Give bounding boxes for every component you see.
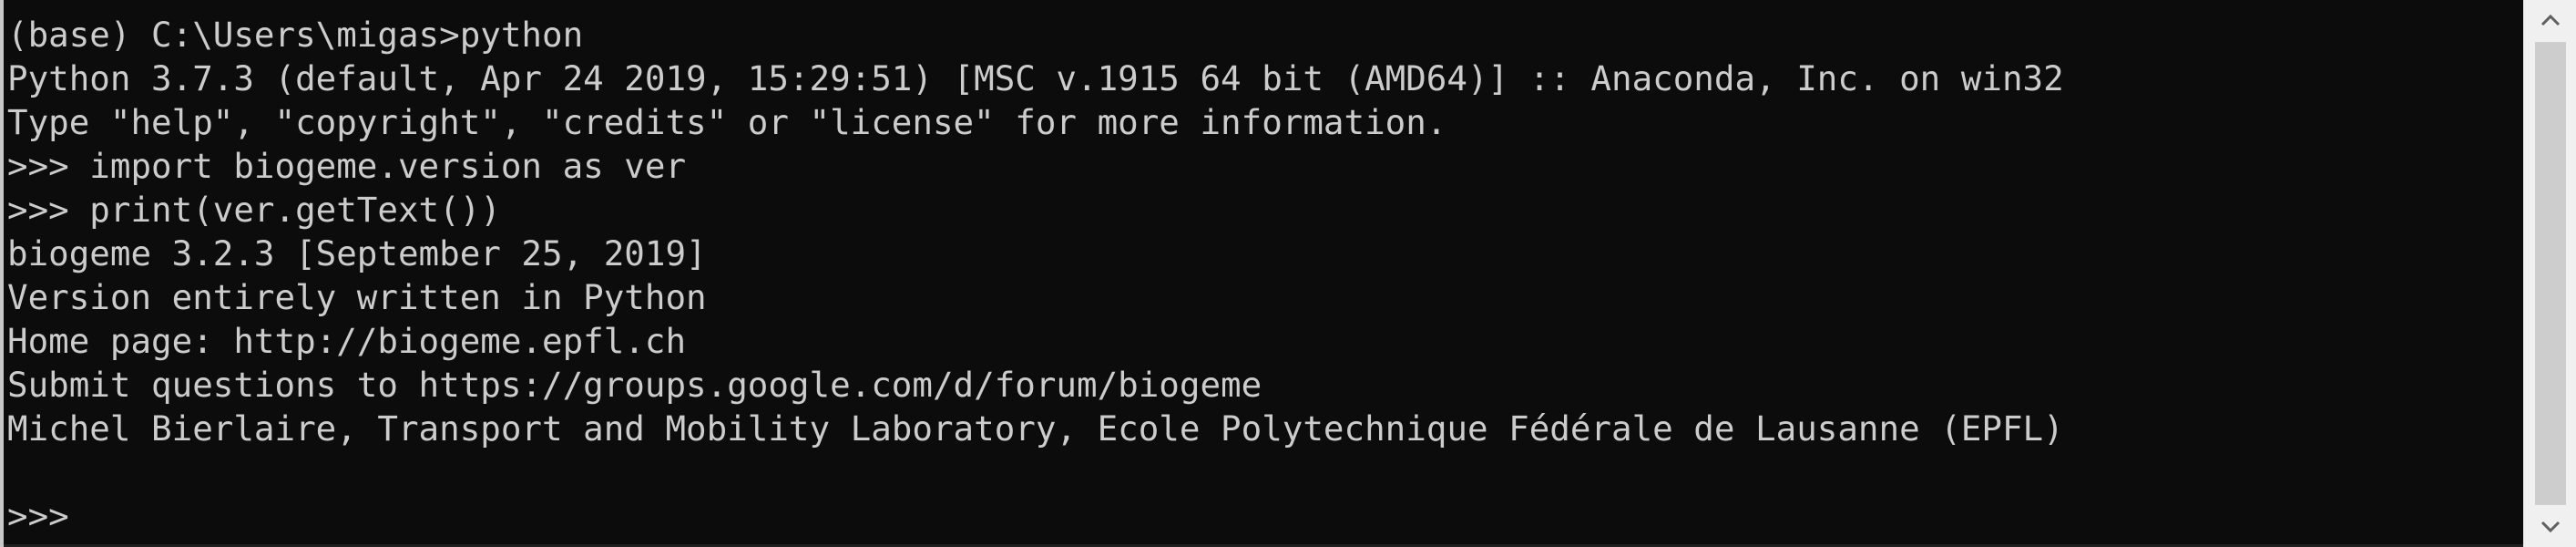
- scrollbar-thumb[interactable]: [2535, 42, 2566, 505]
- python-prompt: >>>: [7, 496, 69, 536]
- console-output[interactable]: (base) C:\Users\migas>python Python 3.7.…: [7, 13, 2521, 547]
- console-line-6: biogeme 3.2.3 [September 25, 2019]: [7, 233, 707, 274]
- console-line-3: Type "help", "copyright", "credits" or "…: [7, 102, 1447, 142]
- console-line-1: (base) C:\Users\migas>python: [7, 15, 584, 55]
- console-window: (base) C:\Users\migas>python Python 3.7.…: [0, 0, 2576, 547]
- chevron-down-icon: [2540, 521, 2561, 533]
- console-line-10: Michel Bierlaire, Transport and Mobility…: [7, 408, 2064, 449]
- console-line-7: Version entirely written in Python: [7, 277, 707, 317]
- console-line-5: >>> print(ver.getText()): [7, 190, 501, 230]
- scroll-up-button[interactable]: [2524, 0, 2576, 40]
- console-line-4: >>> import biogeme.version as ver: [7, 146, 687, 186]
- scroll-down-button[interactable]: [2524, 507, 2576, 547]
- console-line-8: Home page: http://biogeme.epfl.ch: [7, 321, 687, 361]
- console-line-9: Submit questions to https://groups.googl…: [7, 365, 1262, 405]
- vertical-scrollbar[interactable]: [2523, 0, 2576, 547]
- console-line-11: [7, 450, 2521, 494]
- chevron-up-icon: [2540, 14, 2561, 26]
- console-prompt-line[interactable]: >>>: [7, 494, 2521, 538]
- console-line-2: Python 3.7.3 (default, Apr 24 2019, 15:2…: [7, 58, 2064, 98]
